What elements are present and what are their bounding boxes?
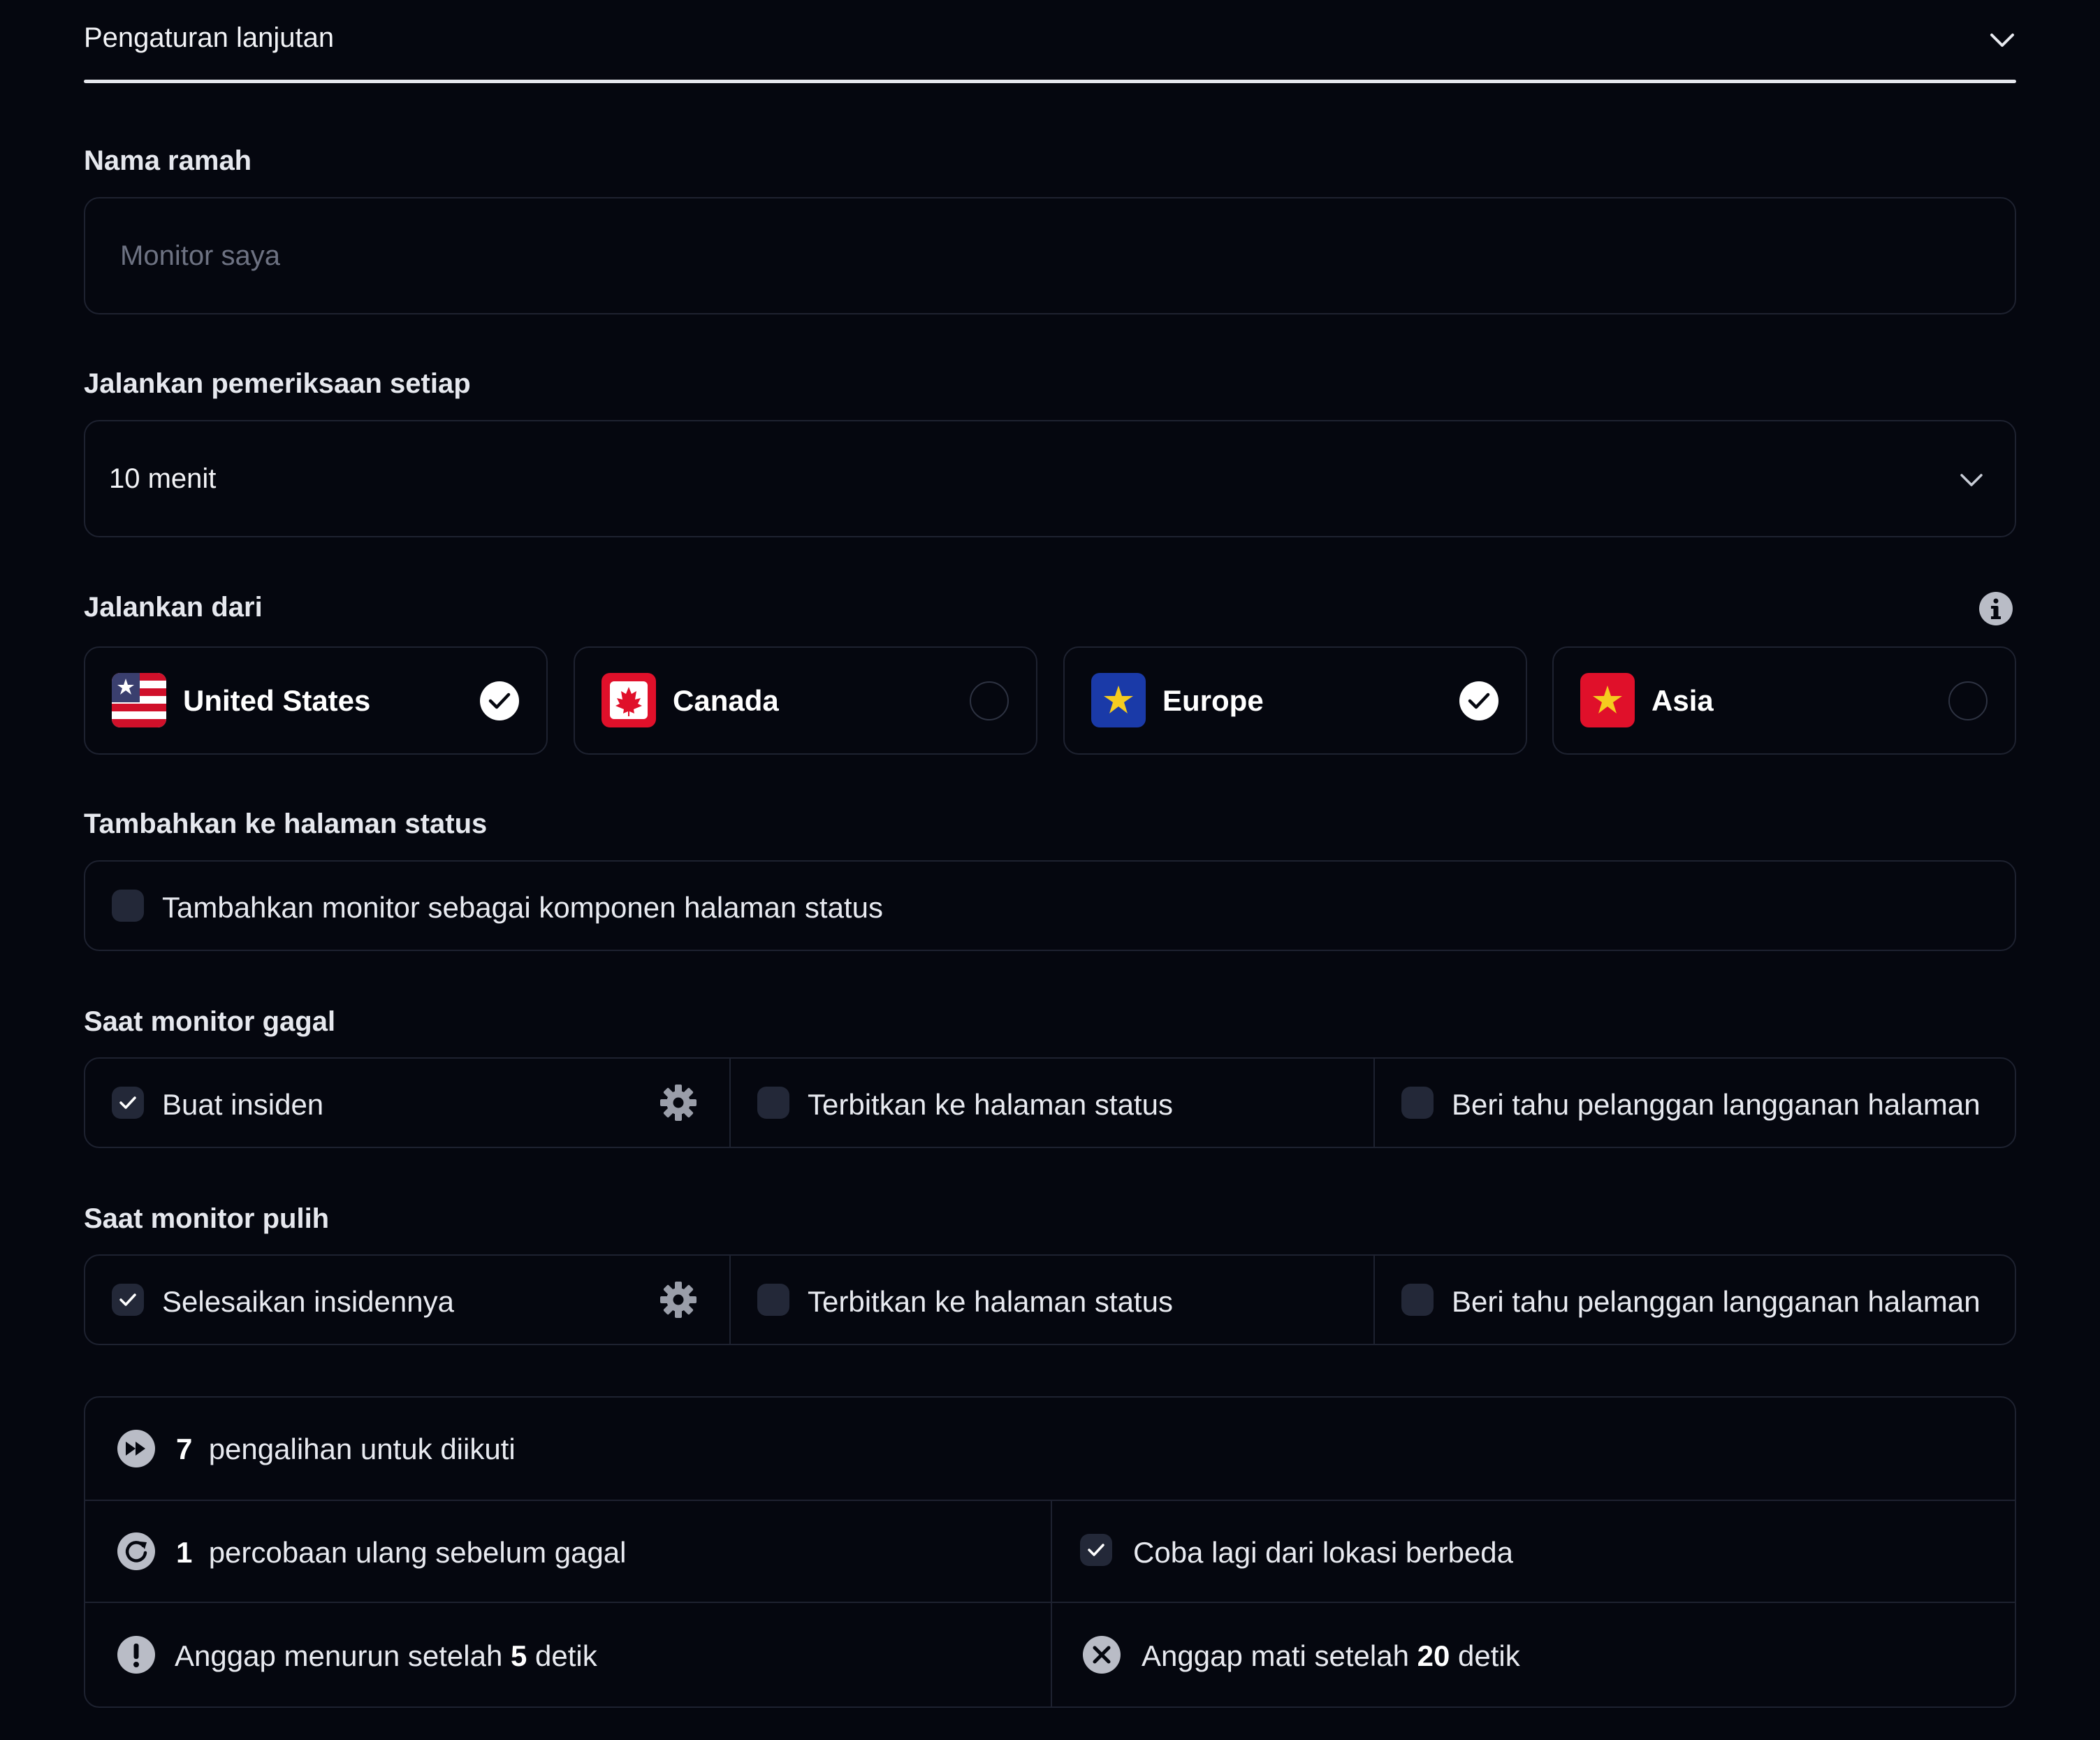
checkbox-checked[interactable] xyxy=(1080,1534,1112,1566)
region-card-canada[interactable]: Canada xyxy=(574,646,1037,755)
advanced-settings-header[interactable]: Pengaturan lanjutan xyxy=(84,20,2016,82)
checkbox-unchecked[interactable] xyxy=(757,1284,789,1316)
option-text: Terbitkan ke halaman status xyxy=(808,1088,1173,1121)
retries-cell[interactable]: 1 percobaan ulang sebelum gagal xyxy=(85,1501,1051,1602)
region-name: Asia xyxy=(1651,684,1714,717)
run-from-label: Jalankan dari xyxy=(84,592,263,623)
chevron-down-icon[interactable] xyxy=(1988,27,2016,55)
chevron-down-icon xyxy=(1957,466,1985,494)
status-page-option-text: Tambahkan monitor sebagai komponen halam… xyxy=(162,891,883,924)
down-text: Anggap mati setelah 20 detik xyxy=(1142,1639,1520,1673)
us-flag-icon xyxy=(112,673,166,727)
region-card-us[interactable]: United States xyxy=(84,646,548,755)
status-page-label: Tambahkan ke halaman status xyxy=(84,809,488,839)
on-fail-option-notify[interactable]: Beri tahu pelanggan langganan halaman xyxy=(1375,1059,2015,1147)
on-fail-option-create-incident[interactable]: Buat insiden xyxy=(85,1059,729,1147)
retry-icon xyxy=(116,1531,156,1572)
checkbox-checked[interactable] xyxy=(112,1284,144,1316)
section-title: Pengaturan lanjutan xyxy=(84,22,335,53)
on-recover-group: Selesaikan insidennya Terbitkan ke halam… xyxy=(84,1254,2016,1345)
on-fail-group: Buat insiden Terbitkan ke halaman status… xyxy=(84,1057,2016,1148)
checkbox-unchecked[interactable] xyxy=(1401,1087,1434,1119)
region-name: United States xyxy=(183,684,371,717)
on-recover-label: Saat monitor pulih xyxy=(84,1203,330,1234)
on-recover-option-notify[interactable]: Beri tahu pelanggan langganan halaman xyxy=(1375,1256,2015,1344)
header-divider xyxy=(84,80,2016,83)
on-recover-option-resolve[interactable]: Selesaikan insidennya xyxy=(85,1256,729,1344)
option-text: Terbitkan ke halaman status xyxy=(808,1285,1173,1318)
region-name: Canada xyxy=(673,684,779,717)
region-card-europe[interactable]: Europe xyxy=(1063,646,1527,755)
degraded-cell[interactable]: Anggap menurun setelah 5 detik xyxy=(85,1603,1051,1706)
warning-icon xyxy=(116,1634,156,1675)
on-recover-option-publish[interactable]: Terbitkan ke halaman status xyxy=(731,1256,1373,1344)
check-interval-label: Jalankan pemeriksaan setiap xyxy=(84,368,471,399)
region-unselected-radio-icon[interactable] xyxy=(970,681,1009,720)
degraded-text: Anggap menurun setelah 5 detik xyxy=(175,1639,597,1673)
redirects-text: 7 pengalihan untuk diikuti xyxy=(176,1433,516,1466)
check-interval-value: 10 menit xyxy=(109,463,217,494)
canada-flag-icon xyxy=(601,673,656,727)
gear-icon[interactable] xyxy=(658,1279,699,1320)
on-fail-option-publish[interactable]: Terbitkan ke halaman status xyxy=(731,1059,1373,1147)
region-selected-check-icon[interactable] xyxy=(480,681,519,720)
info-icon[interactable] xyxy=(1978,591,2013,626)
retries-text: 1 percobaan ulang sebelum gagal xyxy=(176,1536,627,1569)
down-value: 20 xyxy=(1417,1639,1450,1672)
option-text: Beri tahu pelanggan langganan halaman xyxy=(1452,1088,1981,1121)
europe-flag-icon xyxy=(1091,673,1146,727)
status-page-option[interactable]: Tambahkan monitor sebagai komponen halam… xyxy=(84,860,2016,951)
friendly-name-placeholder: Monitor saya xyxy=(120,240,280,271)
retry-other-location-cell[interactable]: Coba lagi dari lokasi berbeda xyxy=(1052,1501,2015,1602)
retries-label: percobaan ulang sebelum gagal xyxy=(208,1536,627,1569)
degraded-suffix: detik xyxy=(535,1639,597,1672)
retries-count: 1 xyxy=(176,1536,193,1569)
asia-flag-icon xyxy=(1580,673,1635,727)
down-prefix: Anggap mati setelah xyxy=(1142,1639,1409,1672)
checkbox-unchecked[interactable] xyxy=(1401,1284,1434,1316)
summary-panel: 7 pengalihan untuk diikuti 1 percobaan u… xyxy=(84,1396,2016,1708)
option-text: Beri tahu pelanggan langganan halaman xyxy=(1452,1285,1981,1318)
checkbox-unchecked[interactable] xyxy=(757,1087,789,1119)
gear-icon[interactable] xyxy=(658,1082,699,1123)
option-text: Buat insiden xyxy=(162,1088,324,1121)
degraded-prefix: Anggap menurun setelah xyxy=(175,1639,503,1672)
friendly-name-label: Nama ramah xyxy=(84,145,252,176)
down-suffix: detik xyxy=(1457,1639,1520,1672)
region-card-asia[interactable]: Asia xyxy=(1552,646,2016,755)
redirects-count: 7 xyxy=(176,1433,193,1465)
redirects-label: pengalihan untuk diikuti xyxy=(208,1433,516,1465)
retry-other-location-text: Coba lagi dari lokasi berbeda xyxy=(1133,1536,1514,1569)
on-fail-label: Saat monitor gagal xyxy=(84,1006,336,1037)
region-selected-check-icon[interactable] xyxy=(1459,681,1499,720)
redirects-row[interactable]: 7 pengalihan untuk diikuti xyxy=(85,1398,2015,1500)
status-page-checkbox[interactable] xyxy=(112,890,144,922)
friendly-name-input[interactable]: Monitor saya xyxy=(84,197,2016,314)
check-interval-select[interactable]: 10 menit xyxy=(84,420,2016,537)
fast-forward-icon xyxy=(116,1428,156,1469)
region-name: Europe xyxy=(1162,684,1264,717)
degraded-value: 5 xyxy=(511,1639,527,1672)
option-text: Selesaikan insidennya xyxy=(162,1285,454,1318)
checkbox-checked[interactable] xyxy=(112,1087,144,1119)
down-cell[interactable]: Anggap mati setelah 20 detik xyxy=(1052,1603,2015,1706)
region-unselected-radio-icon[interactable] xyxy=(1948,681,1988,720)
close-circle-icon xyxy=(1081,1634,1122,1675)
